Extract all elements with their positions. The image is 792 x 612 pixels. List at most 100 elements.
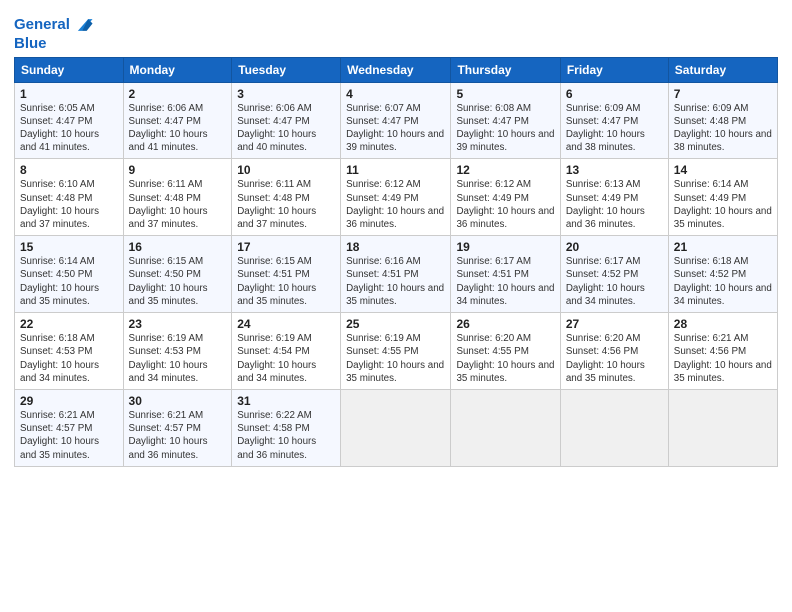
- calendar-cell: 26Sunrise: 6:20 AM Sunset: 4:55 PM Dayli…: [451, 313, 560, 390]
- weekday-header-tuesday: Tuesday: [232, 57, 341, 82]
- day-info: Sunrise: 6:08 AM Sunset: 4:47 PM Dayligh…: [456, 102, 554, 155]
- calendar-week-1: 1Sunrise: 6:05 AM Sunset: 4:47 PM Daylig…: [15, 82, 778, 159]
- day-info: Sunrise: 6:05 AM Sunset: 4:47 PM Dayligh…: [20, 102, 118, 155]
- day-info: Sunrise: 6:21 AM Sunset: 4:56 PM Dayligh…: [674, 332, 772, 385]
- day-number: 9: [129, 163, 227, 177]
- day-info: Sunrise: 6:07 AM Sunset: 4:47 PM Dayligh…: [346, 102, 445, 155]
- calendar-cell: 14Sunrise: 6:14 AM Sunset: 4:49 PM Dayli…: [668, 159, 777, 236]
- day-info: Sunrise: 6:12 AM Sunset: 4:49 PM Dayligh…: [346, 178, 445, 231]
- day-info: Sunrise: 6:10 AM Sunset: 4:48 PM Dayligh…: [20, 178, 118, 231]
- calendar-cell: 22Sunrise: 6:18 AM Sunset: 4:53 PM Dayli…: [15, 313, 124, 390]
- calendar-cell: 13Sunrise: 6:13 AM Sunset: 4:49 PM Dayli…: [560, 159, 668, 236]
- calendar-cell: 9Sunrise: 6:11 AM Sunset: 4:48 PM Daylig…: [123, 159, 232, 236]
- logo-icon: [72, 14, 94, 36]
- calendar-cell: 3Sunrise: 6:06 AM Sunset: 4:47 PM Daylig…: [232, 82, 341, 159]
- calendar-cell: 1Sunrise: 6:05 AM Sunset: 4:47 PM Daylig…: [15, 82, 124, 159]
- logo-text: General: [14, 17, 70, 34]
- calendar-cell: 25Sunrise: 6:19 AM Sunset: 4:55 PM Dayli…: [341, 313, 451, 390]
- calendar-cell: 28Sunrise: 6:21 AM Sunset: 4:56 PM Dayli…: [668, 313, 777, 390]
- calendar-cell: 21Sunrise: 6:18 AM Sunset: 4:52 PM Dayli…: [668, 236, 777, 313]
- day-info: Sunrise: 6:19 AM Sunset: 4:53 PM Dayligh…: [129, 332, 227, 385]
- weekday-header-friday: Friday: [560, 57, 668, 82]
- calendar-cell: 30Sunrise: 6:21 AM Sunset: 4:57 PM Dayli…: [123, 390, 232, 467]
- calendar-table: SundayMondayTuesdayWednesdayThursdayFrid…: [14, 57, 778, 467]
- calendar-body: 1Sunrise: 6:05 AM Sunset: 4:47 PM Daylig…: [15, 82, 778, 466]
- calendar-cell: 29Sunrise: 6:21 AM Sunset: 4:57 PM Dayli…: [15, 390, 124, 467]
- day-info: Sunrise: 6:06 AM Sunset: 4:47 PM Dayligh…: [129, 102, 227, 155]
- calendar-cell: [668, 390, 777, 467]
- logo-blue-text: Blue: [14, 36, 94, 53]
- day-number: 3: [237, 87, 335, 101]
- calendar-cell: 18Sunrise: 6:16 AM Sunset: 4:51 PM Dayli…: [341, 236, 451, 313]
- weekday-header-thursday: Thursday: [451, 57, 560, 82]
- calendar-week-3: 15Sunrise: 6:14 AM Sunset: 4:50 PM Dayli…: [15, 236, 778, 313]
- weekday-header-monday: Monday: [123, 57, 232, 82]
- day-number: 27: [566, 317, 663, 331]
- calendar-week-2: 8Sunrise: 6:10 AM Sunset: 4:48 PM Daylig…: [15, 159, 778, 236]
- day-number: 6: [566, 87, 663, 101]
- day-number: 31: [237, 394, 335, 408]
- day-info: Sunrise: 6:16 AM Sunset: 4:51 PM Dayligh…: [346, 255, 445, 308]
- day-number: 5: [456, 87, 554, 101]
- calendar-cell: 4Sunrise: 6:07 AM Sunset: 4:47 PM Daylig…: [341, 82, 451, 159]
- day-info: Sunrise: 6:22 AM Sunset: 4:58 PM Dayligh…: [237, 409, 335, 462]
- day-info: Sunrise: 6:17 AM Sunset: 4:52 PM Dayligh…: [566, 255, 663, 308]
- day-info: Sunrise: 6:15 AM Sunset: 4:50 PM Dayligh…: [129, 255, 227, 308]
- weekday-header-saturday: Saturday: [668, 57, 777, 82]
- day-info: Sunrise: 6:19 AM Sunset: 4:54 PM Dayligh…: [237, 332, 335, 385]
- day-number: 8: [20, 163, 118, 177]
- calendar-cell: 19Sunrise: 6:17 AM Sunset: 4:51 PM Dayli…: [451, 236, 560, 313]
- day-number: 24: [237, 317, 335, 331]
- calendar-cell: 20Sunrise: 6:17 AM Sunset: 4:52 PM Dayli…: [560, 236, 668, 313]
- calendar-cell: 7Sunrise: 6:09 AM Sunset: 4:48 PM Daylig…: [668, 82, 777, 159]
- day-number: 26: [456, 317, 554, 331]
- day-info: Sunrise: 6:20 AM Sunset: 4:55 PM Dayligh…: [456, 332, 554, 385]
- day-info: Sunrise: 6:17 AM Sunset: 4:51 PM Dayligh…: [456, 255, 554, 308]
- day-number: 22: [20, 317, 118, 331]
- calendar-cell: 10Sunrise: 6:11 AM Sunset: 4:48 PM Dayli…: [232, 159, 341, 236]
- day-number: 30: [129, 394, 227, 408]
- day-number: 28: [674, 317, 772, 331]
- calendar-cell: 8Sunrise: 6:10 AM Sunset: 4:48 PM Daylig…: [15, 159, 124, 236]
- logo: General Blue: [14, 14, 94, 53]
- day-number: 23: [129, 317, 227, 331]
- day-info: Sunrise: 6:09 AM Sunset: 4:47 PM Dayligh…: [566, 102, 663, 155]
- calendar-cell: 31Sunrise: 6:22 AM Sunset: 4:58 PM Dayli…: [232, 390, 341, 467]
- day-number: 10: [237, 163, 335, 177]
- day-info: Sunrise: 6:18 AM Sunset: 4:52 PM Dayligh…: [674, 255, 772, 308]
- day-number: 21: [674, 240, 772, 254]
- day-number: 12: [456, 163, 554, 177]
- day-number: 14: [674, 163, 772, 177]
- day-info: Sunrise: 6:18 AM Sunset: 4:53 PM Dayligh…: [20, 332, 118, 385]
- calendar-cell: 11Sunrise: 6:12 AM Sunset: 4:49 PM Dayli…: [341, 159, 451, 236]
- calendar-cell: 23Sunrise: 6:19 AM Sunset: 4:53 PM Dayli…: [123, 313, 232, 390]
- calendar-header: SundayMondayTuesdayWednesdayThursdayFrid…: [15, 57, 778, 82]
- calendar-cell: [451, 390, 560, 467]
- day-number: 16: [129, 240, 227, 254]
- calendar-cell: 17Sunrise: 6:15 AM Sunset: 4:51 PM Dayli…: [232, 236, 341, 313]
- day-number: 4: [346, 87, 445, 101]
- calendar-cell: 16Sunrise: 6:15 AM Sunset: 4:50 PM Dayli…: [123, 236, 232, 313]
- day-number: 17: [237, 240, 335, 254]
- day-number: 13: [566, 163, 663, 177]
- day-info: Sunrise: 6:11 AM Sunset: 4:48 PM Dayligh…: [129, 178, 227, 231]
- calendar-cell: 6Sunrise: 6:09 AM Sunset: 4:47 PM Daylig…: [560, 82, 668, 159]
- day-info: Sunrise: 6:21 AM Sunset: 4:57 PM Dayligh…: [20, 409, 118, 462]
- calendar-cell: 5Sunrise: 6:08 AM Sunset: 4:47 PM Daylig…: [451, 82, 560, 159]
- day-info: Sunrise: 6:14 AM Sunset: 4:50 PM Dayligh…: [20, 255, 118, 308]
- calendar-cell: 2Sunrise: 6:06 AM Sunset: 4:47 PM Daylig…: [123, 82, 232, 159]
- calendar-cell: 15Sunrise: 6:14 AM Sunset: 4:50 PM Dayli…: [15, 236, 124, 313]
- day-number: 19: [456, 240, 554, 254]
- weekday-header-sunday: Sunday: [15, 57, 124, 82]
- day-info: Sunrise: 6:21 AM Sunset: 4:57 PM Dayligh…: [129, 409, 227, 462]
- day-number: 18: [346, 240, 445, 254]
- calendar-cell: 24Sunrise: 6:19 AM Sunset: 4:54 PM Dayli…: [232, 313, 341, 390]
- calendar-cell: [560, 390, 668, 467]
- day-info: Sunrise: 6:15 AM Sunset: 4:51 PM Dayligh…: [237, 255, 335, 308]
- day-info: Sunrise: 6:06 AM Sunset: 4:47 PM Dayligh…: [237, 102, 335, 155]
- day-info: Sunrise: 6:09 AM Sunset: 4:48 PM Dayligh…: [674, 102, 772, 155]
- day-number: 15: [20, 240, 118, 254]
- calendar-cell: 27Sunrise: 6:20 AM Sunset: 4:56 PM Dayli…: [560, 313, 668, 390]
- page-header: General Blue: [14, 10, 778, 53]
- day-number: 2: [129, 87, 227, 101]
